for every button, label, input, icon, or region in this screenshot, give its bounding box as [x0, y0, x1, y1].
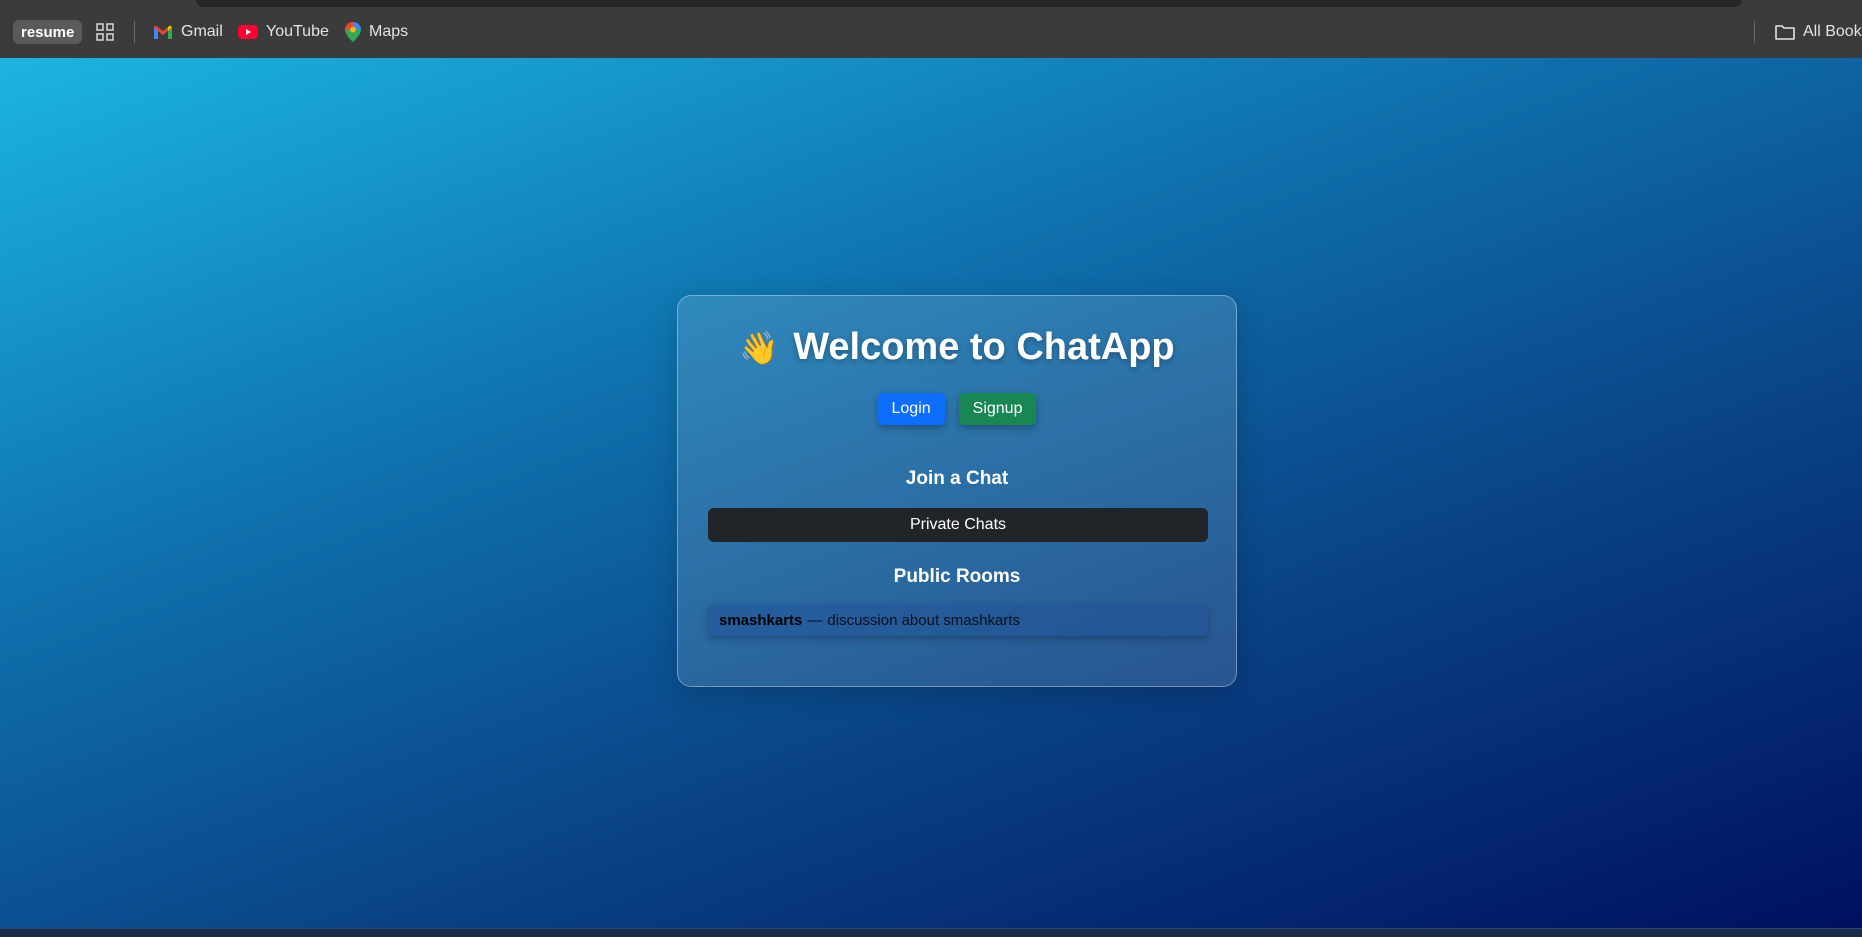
bookmark-youtube[interactable]: YouTube	[238, 20, 329, 44]
signup-button[interactable]: Signup	[958, 393, 1037, 425]
bookmarks-divider	[134, 21, 135, 43]
auth-buttons: Login Signup	[678, 393, 1236, 425]
folder-icon	[1775, 25, 1795, 40]
taskbar	[0, 928, 1862, 937]
private-chats-button[interactable]: Private Chats	[708, 508, 1208, 542]
gmail-icon	[154, 25, 172, 39]
public-room-item[interactable]: smashkarts — discussion about smashkarts	[708, 604, 1208, 636]
bookmark-label: YouTube	[266, 23, 329, 40]
bookmarks-divider	[1754, 21, 1755, 43]
bookmarks-bar: resume Gmail YouTube Maps All Book	[0, 0, 1862, 58]
room-description: discussion about smashkarts	[827, 611, 1020, 629]
apps-grid-icon[interactable]	[96, 23, 114, 41]
youtube-icon	[238, 25, 258, 39]
title-row: 👋 Welcome to ChatApp	[678, 326, 1236, 369]
room-separator: —	[807, 611, 823, 629]
bookmark-label: Maps	[369, 23, 409, 40]
bookmark-gmail[interactable]: Gmail	[153, 20, 223, 44]
public-rooms-heading: Public Rooms	[893, 566, 1021, 587]
all-bookmarks-button[interactable]: All Bookm	[1775, 20, 1862, 44]
login-button[interactable]: Login	[877, 393, 945, 425]
page-background: 👋 Welcome to ChatApp Login Signup Join a…	[0, 58, 1862, 928]
bookmark-label: Gmail	[181, 23, 223, 40]
room-name: smashkarts	[719, 611, 803, 629]
profile-chip[interactable]: resume	[13, 20, 83, 44]
all-bookmarks-label: All Bookm	[1803, 23, 1862, 40]
bookmark-maps[interactable]: Maps	[345, 20, 408, 44]
maps-icon	[345, 22, 361, 42]
join-chat-heading: Join a Chat	[905, 468, 1009, 489]
welcome-card: 👋 Welcome to ChatApp Login Signup Join a…	[677, 295, 1237, 687]
page-title: Welcome to ChatApp	[793, 326, 1175, 368]
tab-strip-edge	[196, 0, 1742, 7]
waving-hand-icon: 👋	[739, 329, 780, 366]
